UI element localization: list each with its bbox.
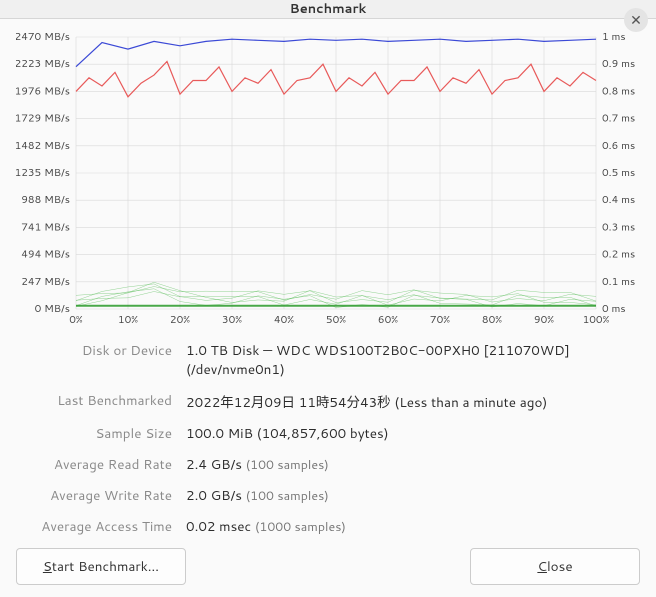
svg-text:40%: 40% xyxy=(274,313,294,327)
svg-text:0.1 ms: 0.1 ms xyxy=(602,275,635,289)
svg-text:1729 MB/s: 1729 MB/s xyxy=(16,112,70,126)
write-rate: 2.0 GB/s xyxy=(186,486,242,505)
write-samples: (100 samples) xyxy=(246,487,329,505)
label-sample: Sample Size xyxy=(16,424,186,443)
svg-text:100%: 100% xyxy=(583,313,610,327)
svg-text:2470 MB/s: 2470 MB/s xyxy=(16,30,70,44)
row-lastbench: Last Benchmarked 2022年12月09日 11時54分43秒 (… xyxy=(16,385,640,418)
svg-text:80%: 80% xyxy=(482,313,502,327)
svg-text:0%: 0% xyxy=(69,313,83,327)
svg-text:741 MB/s: 741 MB/s xyxy=(21,220,70,234)
svg-text:20%: 20% xyxy=(170,313,190,327)
benchmark-window: Benchmark ✕ 0 MB/s 247 MB/s 494 MB/s 741 MB… xyxy=(0,0,656,583)
svg-text:0.6 ms: 0.6 ms xyxy=(602,139,635,153)
value-lastbench: 2022年12月09日 11時54分43秒 (Less than a minut… xyxy=(186,391,640,412)
row-write: Average Write Rate 2.0 GB/s (100 samples… xyxy=(16,480,640,511)
close-button[interactable]: Close xyxy=(470,548,640,585)
info-table: Disk or Device 1.0 TB Disk — WDC WDS100T… xyxy=(16,335,640,542)
benchmark-chart: 0 MB/s 247 MB/s 494 MB/s 741 MB/s 988 MB/s 12… xyxy=(16,29,640,329)
read-rate: 2.4 GB/s xyxy=(186,455,242,474)
svg-text:90%: 90% xyxy=(534,313,554,327)
svg-text:60%: 60% xyxy=(378,313,398,327)
svg-text:1235 MB/s: 1235 MB/s xyxy=(16,166,70,180)
label-write: Average Write Rate xyxy=(16,486,186,505)
row-read: Average Read Rate 2.4 GB/s (100 samples) xyxy=(16,449,640,480)
value-write: 2.0 GB/s (100 samples) xyxy=(186,486,640,505)
svg-text:247 MB/s: 247 MB/s xyxy=(21,275,70,289)
svg-text:494 MB/s: 494 MB/s xyxy=(21,248,70,262)
chart-svg: 0 MB/s 247 MB/s 494 MB/s 741 MB/s 988 MB/s 12… xyxy=(16,29,640,329)
svg-text:0.7 ms: 0.7 ms xyxy=(602,112,635,126)
svg-text:0.5 ms: 0.5 ms xyxy=(602,166,635,180)
value-sample: 100.0 MiB (104,857,600 bytes) xyxy=(186,424,640,443)
value-disk: 1.0 TB Disk — WDC WDS100T2B0C-00PXH0 [21… xyxy=(186,341,640,379)
svg-text:1482 MB/s: 1482 MB/s xyxy=(16,139,70,153)
window-title: Benchmark xyxy=(290,0,367,18)
svg-text:10%: 10% xyxy=(118,313,138,327)
svg-text:30%: 30% xyxy=(222,313,242,327)
row-disk: Disk or Device 1.0 TB Disk — WDC WDS100T… xyxy=(16,335,640,385)
svg-text:0.2 ms: 0.2 ms xyxy=(602,248,635,262)
value-access: 0.02 msec (1000 samples) xyxy=(186,517,640,536)
label-read: Average Read Rate xyxy=(16,455,186,474)
svg-text:0.9 ms: 0.9 ms xyxy=(602,57,635,71)
svg-text:2223 MB/s: 2223 MB/s xyxy=(16,57,70,71)
value-read: 2.4 GB/s (100 samples) xyxy=(186,455,640,474)
access-samples: (1000 samples) xyxy=(255,518,346,536)
label-access: Average Access Time xyxy=(16,517,186,536)
footer: Start Benchmark… Close xyxy=(16,542,640,585)
titlebar: Benchmark ✕ xyxy=(0,0,656,19)
read-samples: (100 samples) xyxy=(246,456,329,474)
label-disk: Disk or Device xyxy=(16,341,186,379)
svg-text:0.3 ms: 0.3 ms xyxy=(602,220,635,234)
start-benchmark-button[interactable]: Start Benchmark… xyxy=(16,548,186,585)
svg-text:0.4 ms: 0.4 ms xyxy=(602,193,635,207)
row-sample: Sample Size 100.0 MiB (104,857,600 bytes… xyxy=(16,418,640,449)
row-access: Average Access Time 0.02 msec (1000 samp… xyxy=(16,511,640,542)
svg-text:50%: 50% xyxy=(326,313,346,327)
svg-text:0.8 ms: 0.8 ms xyxy=(602,84,635,98)
label-lastbench: Last Benchmarked xyxy=(16,391,186,412)
svg-text:988 MB/s: 988 MB/s xyxy=(21,193,70,207)
svg-text:70%: 70% xyxy=(430,313,450,327)
content-area: 0 MB/s 247 MB/s 494 MB/s 741 MB/s 988 MB/s 12… xyxy=(0,19,656,597)
svg-text:1 ms: 1 ms xyxy=(602,30,626,44)
svg-text:1976 MB/s: 1976 MB/s xyxy=(16,84,70,98)
svg-text:0 MB/s: 0 MB/s xyxy=(35,302,70,316)
access-time: 0.02 msec xyxy=(186,517,251,536)
